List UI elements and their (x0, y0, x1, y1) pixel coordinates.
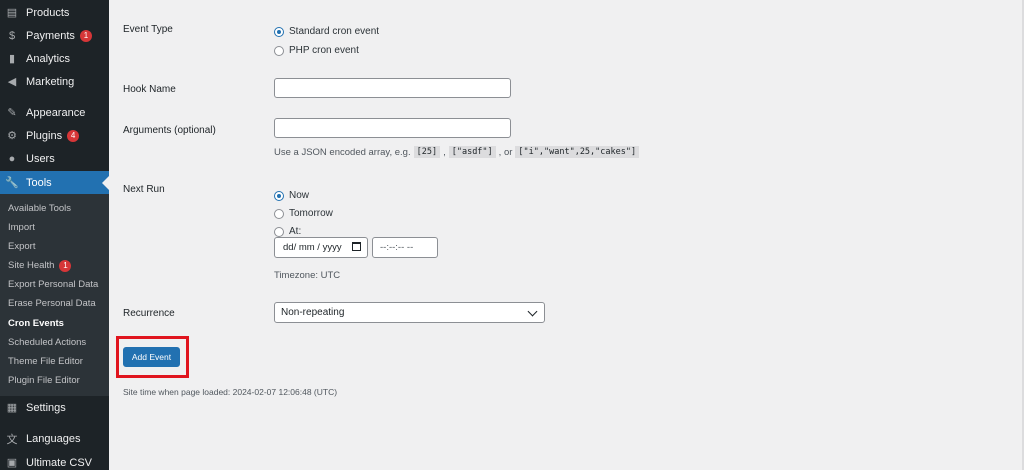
example-code: ["i","want",25,"cakes"] (515, 146, 640, 158)
menu-item-plugins[interactable]: ⚙ Plugins 4 (0, 124, 109, 147)
submenu-item-scheduled-actions[interactable]: Scheduled Actions (8, 337, 86, 348)
radio-button[interactable] (274, 26, 284, 37)
users-icon: ● (8, 152, 16, 165)
menu-item-label: Analytics (26, 52, 71, 65)
menu-item-label: Ultimate CSV (26, 456, 93, 469)
menu-item-label: Products (26, 6, 70, 19)
submenu-item-available-tools[interactable]: Available Tools (8, 203, 71, 214)
menu-item-label: Marketing (26, 75, 75, 88)
radio-label: Now (289, 190, 310, 201)
radio-button[interactable] (274, 226, 284, 237)
arguments-label: Arguments (optional) (123, 125, 216, 136)
menu-item-products[interactable]: ▤ Products (0, 1, 109, 24)
menu-item-tools[interactable]: 🔧 Tools (0, 171, 109, 194)
recurrence-select[interactable]: Non-repeating (274, 302, 545, 323)
radio-tomorrow[interactable]: Tomorrow (274, 208, 333, 219)
radio-now[interactable]: Now (274, 190, 309, 201)
radio-label: PHP cron event (289, 45, 359, 56)
wrench-icon: 🔧 (5, 177, 19, 189)
analytics-icon: ▮ (8, 53, 16, 65)
menu-item-label: Languages (26, 432, 81, 445)
menu-item-label: Users (26, 152, 55, 165)
submenu-item-erase-personal-data[interactable]: Erase Personal Data (8, 298, 96, 309)
time-placeholder: --:--:-- -- (380, 242, 414, 253)
select-value: Non-repeating (281, 307, 345, 318)
radio-button[interactable] (274, 45, 284, 56)
submenu-item-cron-events[interactable]: Cron Events (8, 318, 64, 329)
menu-item-label: Payments (26, 29, 75, 42)
submenu-item-export[interactable]: Export (8, 241, 35, 252)
plugins-icon: ⚙ (7, 130, 17, 142)
timezone-text: Timezone: UTC (274, 270, 341, 281)
notification-badge: 1 (79, 29, 92, 42)
site-time-text: Site time when page loaded: 2024-02-07 1… (123, 387, 338, 397)
appearance-icon: ✎ (7, 107, 17, 119)
admin-sidebar: ▤ Products $ Payments 1 ▮ Analytics ◀ Ma… (0, 0, 109, 470)
menu-item-label: Tools (26, 176, 52, 189)
submenu-item-export-personal-data[interactable]: Export Personal Data (8, 279, 98, 290)
radio-button[interactable] (274, 190, 284, 201)
menu-item-settings[interactable]: ▦ Settings (0, 396, 109, 419)
example-code: [25] (413, 146, 441, 158)
event-type-label: Event Type (123, 24, 173, 35)
example-code: ["asdf"] (448, 146, 496, 158)
radio-label: Standard cron event (289, 26, 380, 37)
menu-item-marketing[interactable]: ◀ Marketing (0, 70, 109, 93)
menu-item-appearance[interactable]: ✎ Appearance (0, 101, 109, 124)
add-event-button[interactable]: Add Event (123, 347, 180, 367)
menu-item-label: Settings (26, 401, 66, 414)
menu-item-payments[interactable]: $ Payments 1 (0, 24, 109, 47)
languages-icon: 文 (6, 433, 18, 446)
submenu-item-label: Site Health (8, 260, 55, 271)
radio-at[interactable]: At: (274, 226, 301, 237)
menu-item-users[interactable]: ● Users (0, 147, 109, 170)
separator: , (443, 146, 446, 158)
time-input[interactable]: --:--:-- -- (372, 237, 438, 258)
calendar-icon[interactable] (352, 242, 361, 251)
settings-icon: ▦ (6, 402, 18, 414)
arguments-description: Use a JSON encoded array, e.g. [25] , ["… (274, 146, 642, 158)
submenu-item-plugin-file-editor[interactable]: Plugin File Editor (8, 375, 80, 386)
submenu-item-import[interactable]: Import (8, 222, 35, 233)
menu-item-analytics[interactable]: ▮ Analytics (0, 47, 109, 70)
notification-badge: 4 (67, 129, 80, 142)
main-content: Event Type Standard cron event PHP cron … (109, 0, 1024, 470)
notification-badge: 1 (59, 260, 72, 272)
hook-name-label: Hook Name (123, 84, 176, 95)
date-placeholder: dd/ mm / yyyy (283, 242, 342, 253)
menu-item-languages[interactable]: 文 Languages (0, 427, 109, 450)
menu-item-ultimate-csv[interactable]: ▣ Ultimate CSV (0, 451, 109, 470)
next-run-label: Next Run (123, 184, 165, 195)
ultimate-csv-icon: ▣ (6, 457, 18, 469)
products-icon: ▤ (6, 7, 18, 19)
tools-submenu: Available Tools Import Export Site Healt… (0, 194, 109, 396)
date-input[interactable]: dd/ mm / yyyy (274, 237, 368, 258)
separator: , or (498, 146, 513, 158)
active-menu-arrow (102, 176, 109, 190)
marketing-icon: ◀ (7, 76, 17, 88)
radio-php-cron[interactable]: PHP cron event (274, 45, 359, 56)
description-text: Use a JSON encoded array, e.g. (274, 146, 411, 158)
radio-standard-cron[interactable]: Standard cron event (274, 26, 379, 37)
submenu-item-theme-file-editor[interactable]: Theme File Editor (8, 356, 83, 367)
submenu-item-site-health[interactable]: Site Health 1 (8, 260, 72, 272)
menu-item-label: Appearance (26, 106, 86, 119)
radio-button[interactable] (274, 208, 284, 219)
radio-label: At: (289, 226, 302, 237)
recurrence-label: Recurrence (123, 308, 175, 319)
radio-label: Tomorrow (289, 208, 333, 219)
arguments-input[interactable] (274, 118, 511, 138)
chevron-down-icon (527, 306, 538, 317)
menu-item-label: Plugins (26, 129, 63, 142)
hook-name-input[interactable] (274, 78, 511, 98)
payments-icon: $ (8, 29, 16, 42)
